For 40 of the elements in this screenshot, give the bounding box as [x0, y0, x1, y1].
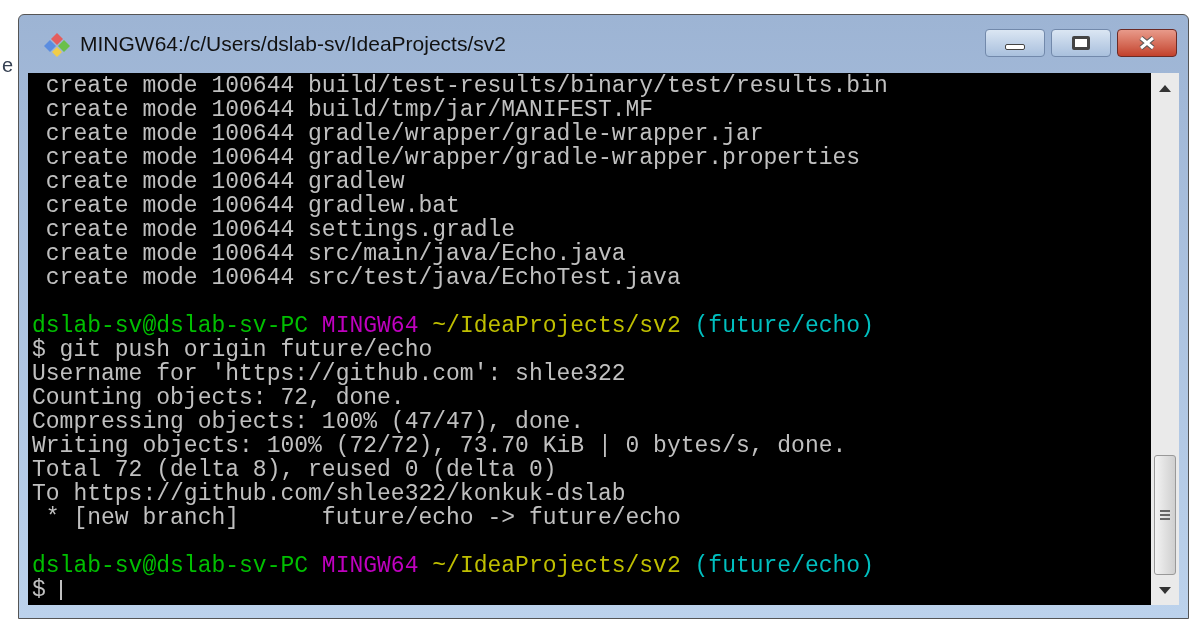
terminal-text: create mode 100644 gradlew: [44, 170, 405, 194]
terminal-text: create mode 100644 settings.gradle: [44, 218, 516, 242]
terminal-text: Writing objects: 100% (72/72), 73.70 KiB | 0 bytes/s, done.: [32, 434, 847, 458]
app-logo-icon: [42, 31, 72, 57]
scrollbar-thumb[interactable]: [1154, 455, 1176, 575]
terminal-text: $ git push origin future/echo: [32, 338, 433, 362]
window-title: MINGW64:/c/Users/dslab-sv/IdeaProjects/sv2: [80, 31, 506, 58]
terminal-text: create mode 100644 gradle/wrapper/gradle-wrapper.jar: [44, 122, 764, 146]
terminal-text: create mode 100644 build/tmp/jar/MANIFEST.MF: [44, 98, 654, 122]
terminal-text: To https://github.com/shlee322/konkuk-dslab: [32, 482, 626, 506]
close-icon: [1138, 36, 1156, 50]
close-button[interactable]: [1117, 29, 1177, 57]
terminal-text: create mode 100644 build/test-results/binary/test/results.bin: [44, 74, 888, 98]
terminal-text: Compressing objects: 100% (47/47), done.: [32, 410, 585, 434]
down-triangle-icon: [1159, 586, 1171, 594]
up-triangle-icon: [1159, 84, 1171, 92]
minimize-button[interactable]: [985, 29, 1045, 57]
terminal-text: * [new branch] future/echo -> future/echo: [44, 506, 681, 530]
terminal-text: MINGW64: [321, 314, 419, 338]
grip-icon: [1160, 510, 1170, 520]
terminal-text: dslab-sv@dslab-sv-PC: [32, 314, 309, 338]
terminal-text: Username for 'https://github.com': shlee322: [32, 362, 626, 386]
minimize-icon: [1005, 44, 1025, 50]
terminal-text: MINGW64: [321, 554, 420, 578]
terminal-text: create mode 100644 gradle/wrapper/gradle-wrapper.properties: [44, 146, 861, 170]
background-text: e: [2, 53, 14, 78]
terminal-text: create mode 100644 gradlew.bat: [44, 194, 460, 218]
terminal-text: dslab-sv@dslab-sv-PC: [32, 554, 310, 578]
terminal-text: Counting objects: 72, done.: [32, 386, 405, 410]
terminal-text: (future/echo): [694, 314, 874, 338]
text-cursor: [59, 580, 62, 600]
terminal-text: create mode 100644 src/main/java/Echo.java: [44, 242, 626, 266]
maximize-button[interactable]: [1051, 29, 1111, 57]
terminal-text: ~/IdeaProjects/sv2: [432, 314, 682, 338]
terminal-text: Total 72 (delta 8), reused 0 (delta 0): [32, 458, 557, 482]
prompt-text: $: [32, 578, 47, 602]
maximize-icon: [1072, 36, 1090, 50]
terminal-text: create mode 100644 src/test/java/EchoTest.java: [44, 266, 681, 290]
terminal-text: (future/echo): [694, 554, 874, 578]
terminal-text: ~/IdeaProjects/sv2: [432, 554, 682, 578]
